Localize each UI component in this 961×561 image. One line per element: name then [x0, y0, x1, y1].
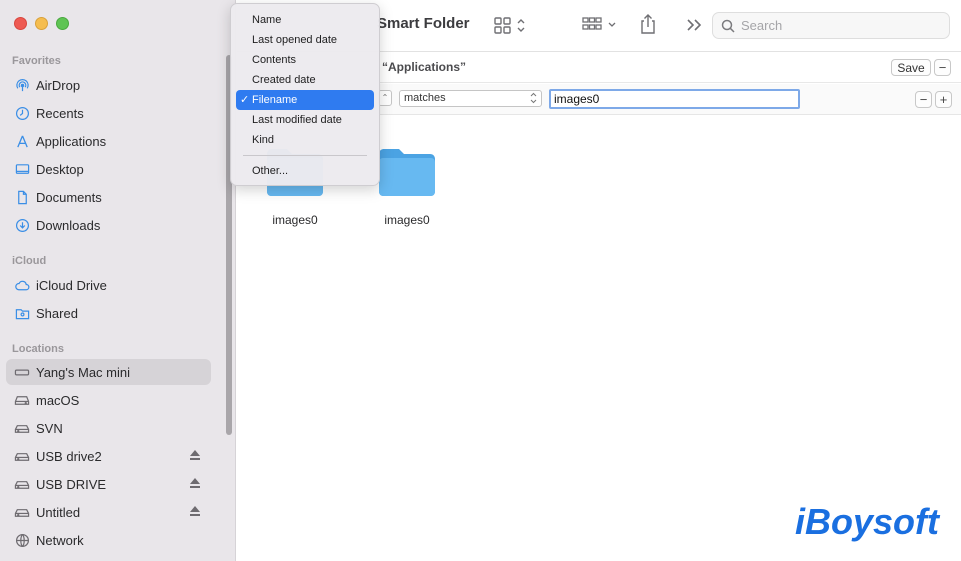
file-name: images0: [384, 213, 430, 227]
file-name: images0: [272, 213, 318, 227]
network-icon: [14, 532, 30, 548]
remove-criteria-button[interactable]: −: [915, 91, 932, 108]
sidebar-item-label: Untitled: [36, 504, 81, 520]
sidebar-item-label: iCloud Drive: [36, 277, 107, 293]
more-tools-icon[interactable]: [685, 17, 703, 38]
sidebar-item-recents[interactable]: Recents: [6, 100, 211, 126]
menu-separator: [243, 155, 367, 156]
menu-item-label: Other...: [252, 165, 289, 177]
grid-view-icon[interactable]: [494, 16, 528, 39]
eject-icon[interactable]: [189, 448, 201, 462]
menu-item-last-modified-date[interactable]: Last modified date: [236, 110, 374, 130]
cloud-icon: [14, 277, 30, 293]
airdrop-icon: [14, 77, 30, 93]
eject-icon[interactable]: [189, 504, 201, 518]
checkmark-icon: ✓: [240, 94, 250, 106]
menu-item-last-opened-date[interactable]: Last opened date: [236, 30, 374, 50]
close-window-button[interactable]: [14, 17, 27, 30]
svg-text:iBoysoft: iBoysoft: [795, 501, 941, 542]
add-criteria-button[interactable]: +: [935, 91, 952, 108]
menu-item-contents[interactable]: Contents: [236, 50, 374, 70]
sidebar-item-documents[interactable]: Documents: [6, 184, 211, 210]
remove-scope-button[interactable]: −: [934, 59, 951, 76]
sidebar-item-icloud-drive[interactable]: iCloud Drive: [6, 272, 211, 298]
search-input[interactable]: [741, 18, 941, 33]
sidebar-item-desktop[interactable]: Desktop: [6, 156, 211, 182]
zoom-window-button[interactable]: [56, 17, 69, 30]
menu-item-created-date[interactable]: Created date: [236, 70, 374, 90]
menu-item-label: Name: [252, 14, 282, 26]
sidebar-item-label: Downloads: [36, 217, 101, 233]
sidebar-item-shared[interactable]: Shared: [6, 300, 211, 326]
sidebar-item-label: macOS: [36, 392, 80, 408]
minimize-window-button[interactable]: [35, 17, 48, 30]
sidebar: Favorites AirDrop Recents Applications D…: [0, 0, 236, 561]
drive-icon: [14, 392, 30, 408]
window-title: Smart Folder: [377, 15, 470, 32]
computer-icon: [14, 364, 30, 380]
sidebar-item-label: Applications: [36, 133, 107, 149]
sidebar-section-icloud: iCloud: [12, 255, 47, 267]
desktop-icon: [14, 161, 30, 177]
sidebar-item-downloads[interactable]: Downloads: [6, 212, 211, 238]
menu-item-label: Last modified date: [252, 114, 342, 126]
search-icon: [721, 19, 735, 33]
sidebar-item-label: Network: [36, 532, 84, 548]
shared-folder-icon: [14, 305, 30, 321]
menu-item-label: Kind: [252, 134, 275, 146]
sidebar-item-network[interactable]: Network: [6, 527, 211, 553]
save-search-button[interactable]: Save: [891, 59, 931, 76]
search-field[interactable]: [712, 12, 950, 39]
sidebar-item-untitled[interactable]: Untitled: [6, 499, 211, 525]
sidebar-item-usb-drive[interactable]: USB DRIVE: [6, 471, 211, 497]
menu-item-other[interactable]: Other...: [236, 161, 374, 181]
menu-item-kind[interactable]: Kind: [236, 130, 374, 150]
sidebar-item-usb-drive2[interactable]: USB drive2: [6, 443, 211, 469]
document-icon: [14, 189, 30, 205]
sidebar-item-applications[interactable]: Applications: [6, 128, 211, 154]
sidebar-item-label: AirDrop: [36, 77, 81, 93]
sidebar-item-label: USB DRIVE: [36, 476, 107, 492]
external-drive-icon: [14, 448, 30, 464]
sidebar-item-label: SVN: [36, 420, 63, 436]
share-icon[interactable]: [639, 13, 657, 40]
sidebar-item-mac-mini[interactable]: Yang's Mac mini: [6, 359, 211, 385]
external-drive-icon: [14, 504, 30, 520]
menu-item-name[interactable]: Name: [236, 10, 374, 30]
eject-icon[interactable]: [189, 476, 201, 490]
attribute-popup-arrows-icon[interactable]: ⌃: [378, 90, 392, 106]
operator-value: matches: [404, 92, 446, 104]
sidebar-item-svn[interactable]: SVN: [6, 415, 211, 441]
updown-chevron-icon: [530, 91, 537, 110]
group-by-icon[interactable]: [582, 16, 620, 39]
sidebar-item-label: Desktop: [36, 161, 84, 177]
sidebar-section-favorites: Favorites: [12, 55, 61, 67]
sidebar-item-label: Documents: [36, 189, 102, 205]
menu-item-label: Created date: [252, 74, 316, 86]
iboysoft-logo: iBoysoft: [793, 498, 943, 549]
sidebar-item-label: Shared: [36, 305, 78, 321]
attribute-popup-menu: Name Last opened date Contents Created d…: [230, 3, 380, 186]
clock-icon: [14, 105, 30, 121]
sidebar-item-label: Yang's Mac mini: [36, 364, 130, 380]
menu-item-filename[interactable]: ✓ Filename: [236, 90, 374, 110]
search-scope-label[interactable]: “Applications”: [382, 60, 466, 74]
folder-icon: [376, 140, 438, 205]
sidebar-item-label: Recents: [36, 105, 84, 121]
operator-select[interactable]: matches: [399, 90, 542, 107]
applications-icon: [14, 133, 30, 149]
sidebar-section-locations: Locations: [12, 343, 64, 355]
external-drive-icon: [14, 476, 30, 492]
criteria-value-input[interactable]: [549, 89, 800, 109]
menu-item-label: Contents: [252, 54, 297, 66]
menu-item-label: Last opened date: [252, 34, 338, 46]
sidebar-item-macos[interactable]: macOS: [6, 387, 211, 413]
external-drive-icon: [14, 420, 30, 436]
sidebar-item-airdrop[interactable]: AirDrop: [6, 72, 211, 98]
sidebar-item-label: USB drive2: [36, 448, 102, 464]
menu-item-label: Filename: [252, 94, 298, 106]
download-icon: [14, 217, 30, 233]
